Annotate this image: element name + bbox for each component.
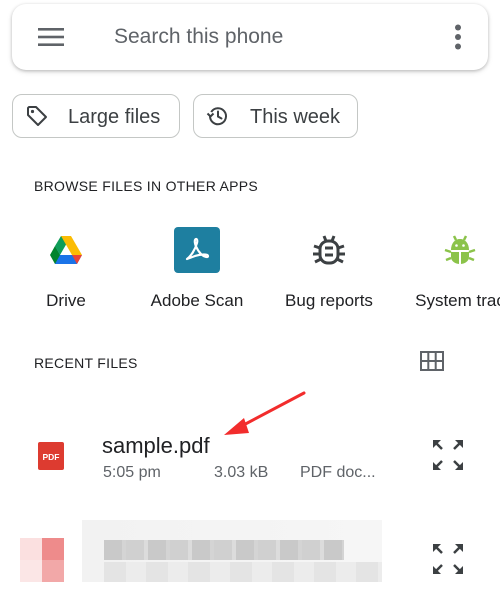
expand-icon-2[interactable] [432,543,464,575]
menu-icon[interactable] [38,28,64,46]
search-bar[interactable]: Search this phone [12,4,488,70]
file-type: PDF doc... [300,464,376,481]
expand-icon[interactable] [432,439,464,471]
blurred-meta-bar [104,562,382,582]
file-time: 5:05 pm [103,464,161,481]
file-size: 3.03 kB [214,464,269,481]
app-label-drive: Drive [46,291,86,310]
app-drive[interactable]: Drive [0,226,136,310]
pdf-badge: PDF [43,452,60,462]
app-bug-reports[interactable]: Bug reports [259,226,399,310]
more-vert-icon[interactable] [454,24,462,50]
grid-view-icon[interactable] [420,351,444,371]
this-week-label: This week [250,106,341,128]
search-input[interactable]: Search this phone [114,25,283,49]
drive-icon [50,236,82,264]
file-name: sample.pdf [102,433,210,458]
blurred-thumbnail [20,538,64,582]
blurred-name-bar [104,540,344,560]
app-label-adobe-scan: Adobe Scan [150,291,244,310]
browse-apps-header: BROWSE FILES IN OTHER APPS [34,178,259,194]
history-icon [206,107,227,126]
app-system-trace[interactable]: System trac [390,226,500,310]
tag-icon [27,106,47,126]
bug-icon [313,235,345,265]
android-bug-icon [444,235,476,264]
app-label-system-trace: System trac [415,291,500,310]
this-week-chip[interactable]: This week [193,94,358,138]
app-label-bug-reports: Bug reports [285,291,373,310]
large-files-label: Large files [68,106,161,128]
recent-files-header: RECENT FILES [34,355,138,371]
pdf-file-icon: PDF [38,442,64,470]
red-arrow [224,391,306,435]
large-files-chip[interactable]: Large files [12,94,180,138]
adobe-scan-icon [174,227,220,273]
app-adobe-scan[interactable]: Adobe Scan [127,226,267,310]
